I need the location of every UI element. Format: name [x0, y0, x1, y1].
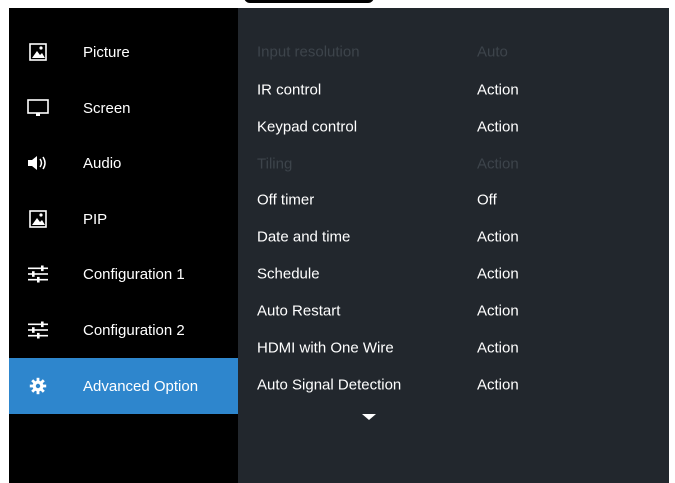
- monitor-icon: [27, 97, 49, 119]
- sliders-icon: [27, 319, 49, 341]
- option-name: Keypad control: [257, 118, 358, 135]
- sidebar-item-screen[interactable]: Screen: [9, 80, 238, 136]
- sidebar-item-label: Configuration 1: [83, 265, 185, 283]
- picture-icon: [27, 41, 49, 63]
- option-value: Off: [477, 191, 497, 208]
- sidebar-item-configuration-1[interactable]: Configuration 1: [9, 246, 238, 302]
- sliders-icon: [27, 263, 49, 285]
- osd-menu: Picture Screen Audio PIP Configuration 1: [9, 8, 669, 483]
- sidebar-item-picture[interactable]: Picture: [9, 24, 238, 80]
- option-name: Date and time: [257, 228, 351, 245]
- sidebar-item-label: Audio: [83, 154, 122, 172]
- option-auto-restart[interactable]: Auto Restart Action: [238, 292, 669, 329]
- option-name: IR control: [257, 81, 322, 98]
- sidebar-item-label: Configuration 2: [83, 321, 185, 339]
- clipped-title-tab: [244, 0, 374, 3]
- option-off-timer[interactable]: Off timer Off: [238, 181, 669, 218]
- sidebar-item-advanced-option[interactable]: Advanced Option: [9, 358, 238, 414]
- option-value: Auto: [477, 43, 508, 60]
- option-value: Action: [477, 339, 519, 356]
- picture-icon: [27, 208, 49, 230]
- option-name: Input resolution: [257, 43, 360, 60]
- options-panel: Input resolution Auto IR control Action …: [238, 8, 669, 483]
- sidebar-item-label: Advanced Option: [83, 377, 199, 395]
- sidebar-item-configuration-2[interactable]: Configuration 2: [9, 302, 238, 358]
- option-name: Auto Signal Detection: [257, 376, 402, 393]
- option-auto-signal-detection[interactable]: Auto Signal Detection Action: [238, 366, 669, 403]
- option-value: Action: [477, 81, 519, 98]
- option-value: Action: [477, 228, 519, 245]
- gear-icon: [27, 375, 49, 397]
- chevron-down-icon[interactable]: [362, 414, 376, 420]
- option-name: Off timer: [257, 191, 315, 208]
- top-edge: [0, 0, 675, 8]
- option-value: Action: [477, 265, 519, 282]
- option-date-and-time[interactable]: Date and time Action: [238, 218, 669, 255]
- sidebar-item-label: Screen: [83, 99, 131, 117]
- option-hdmi-with-one-wire[interactable]: HDMI with One Wire Action: [238, 329, 669, 366]
- option-input-resolution: Input resolution Auto: [238, 33, 669, 70]
- option-tiling: Tiling Action: [238, 145, 669, 182]
- option-name: HDMI with One Wire: [257, 339, 394, 356]
- sidebar-item-pip[interactable]: PIP: [9, 191, 238, 247]
- option-ir-control[interactable]: IR control Action: [238, 71, 669, 108]
- option-name: Schedule: [257, 265, 320, 282]
- option-value: Action: [477, 155, 519, 172]
- option-name: Auto Restart: [257, 302, 341, 319]
- option-schedule[interactable]: Schedule Action: [238, 255, 669, 292]
- sidebar-item-label: Picture: [83, 43, 130, 61]
- sidebar-item-audio[interactable]: Audio: [9, 135, 238, 191]
- option-value: Action: [477, 302, 519, 319]
- speaker-icon: [27, 152, 49, 174]
- option-value: Action: [477, 118, 519, 135]
- sidebar-item-label: PIP: [83, 210, 108, 228]
- option-value: Action: [477, 376, 519, 393]
- option-keypad-control[interactable]: Keypad control Action: [238, 108, 669, 145]
- option-name: Tiling: [257, 155, 293, 172]
- sidebar: Picture Screen Audio PIP Configuration 1: [9, 8, 238, 483]
